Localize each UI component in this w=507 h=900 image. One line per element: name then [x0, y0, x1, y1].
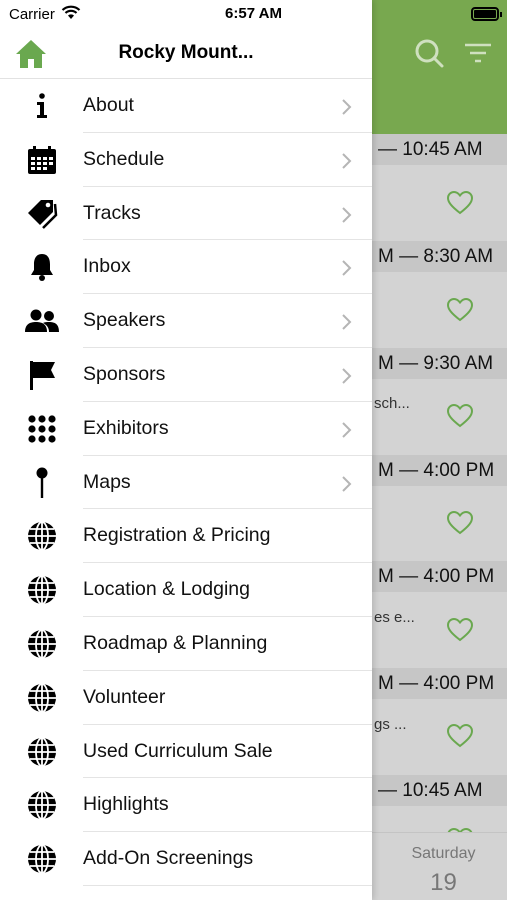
menu-item-label: Schedule — [83, 147, 165, 170]
menu-item-label: Speakers — [83, 309, 166, 332]
menu-item-label: Used Curriculum Sale — [83, 739, 273, 762]
tags-icon — [22, 198, 62, 230]
chevron-right-icon — [341, 475, 353, 498]
chevron-right-icon — [341, 259, 353, 282]
menu-item-label: About — [83, 94, 134, 116]
drawer-header: Rocky Mount... — [0, 28, 372, 79]
session-time: M — 4:00 PM — [372, 455, 507, 486]
menu-item-label: Roadmap & Planning — [83, 631, 268, 654]
bell-icon — [22, 251, 62, 283]
menu-item-roadmap-planning[interactable]: Roadmap & Planning — [0, 617, 372, 671]
menu-item-schedule[interactable]: Schedule — [0, 133, 372, 187]
menu-item-tracks[interactable]: Tracks — [0, 187, 372, 241]
menu-item-label: Tracks — [83, 201, 141, 224]
heart-icon[interactable] — [446, 297, 474, 327]
menu-item-label: Add-On Screenings — [83, 847, 254, 870]
chevron-right-icon — [341, 98, 353, 121]
chevron-right-icon — [341, 367, 353, 390]
menu-item-label: Exhibitors — [83, 416, 169, 439]
menu-item-label: Highlights — [83, 793, 169, 816]
chevron-right-icon — [341, 421, 353, 444]
globe-icon — [22, 736, 62, 768]
calendar-icon — [22, 144, 62, 176]
session-time: — 10:45 AM — [372, 775, 507, 806]
chevron-right-icon — [341, 206, 353, 229]
menu-item-speakers[interactable]: Speakers — [0, 294, 372, 348]
menu-item-about[interactable]: About — [0, 79, 372, 133]
heart-icon[interactable] — [446, 723, 474, 753]
heart-icon[interactable] — [446, 190, 474, 220]
globe-icon — [22, 574, 62, 606]
drawer-title: Rocky Mount... — [118, 42, 254, 63]
filter-icon[interactable] — [463, 42, 493, 69]
grid-dots-icon — [22, 413, 62, 445]
menu-item-label: Maps — [83, 470, 131, 493]
status-time: 6:57 AM — [225, 5, 282, 22]
session-time: M — 4:00 PM — [372, 561, 507, 592]
session-time: M — 4:00 PM — [372, 668, 507, 699]
menu-item-registration-pricing[interactable]: Registration & Pricing — [0, 509, 372, 564]
globe-icon — [22, 628, 62, 660]
heart-icon[interactable] — [446, 510, 474, 540]
menu-item-add-on-screenings[interactable]: Add-On Screenings — [0, 832, 372, 886]
menu-item-highlights[interactable]: Highlights — [0, 778, 372, 833]
search-icon[interactable] — [414, 38, 444, 73]
date-tab-day: Saturday — [411, 845, 476, 862]
menu-item-inbox[interactable]: Inbox — [0, 240, 372, 295]
globe-icon — [22, 520, 62, 552]
divider — [83, 884, 372, 886]
globe-icon — [22, 843, 62, 875]
chevron-right-icon — [341, 152, 353, 175]
map-pin-icon — [22, 467, 62, 499]
menu-item-label: Location & Lodging — [83, 578, 250, 601]
session-subtitle: gs ... — [374, 716, 407, 733]
menu-item-label: Sponsors — [83, 362, 166, 385]
chevron-right-icon — [341, 313, 353, 336]
heart-icon[interactable] — [446, 617, 474, 647]
flag-icon — [22, 359, 62, 391]
menu-item-volunteer[interactable]: Volunteer — [0, 671, 372, 725]
people-icon — [22, 305, 62, 337]
session-time: M — 9:30 AM — [372, 348, 507, 379]
menu-item-label: Volunteer — [83, 685, 166, 708]
globe-icon — [22, 789, 62, 821]
menu-item-maps[interactable]: Maps — [0, 456, 372, 510]
session-time: M — 8:30 AM — [372, 241, 507, 272]
session-subtitle: sch... — [374, 395, 410, 412]
session-subtitle: es e... — [374, 609, 415, 626]
date-tab[interactable]: Saturday 19 — [372, 832, 507, 900]
side-drawer: Carrier Rocky Mount... About Schedule Tr… — [0, 0, 372, 900]
menu-item-label: Registration & Pricing — [83, 524, 271, 547]
heart-icon[interactable] — [446, 403, 474, 433]
menu-item-exhibitors[interactable]: Exhibitors — [0, 402, 372, 456]
date-tab-number: 19 — [430, 869, 457, 896]
globe-icon — [22, 682, 62, 714]
menu-item-location-lodging[interactable]: Location & Lodging — [0, 563, 372, 617]
session-time: — 10:45 AM — [372, 134, 507, 165]
menu-item-sponsors[interactable]: Sponsors — [0, 348, 372, 402]
menu-item-label: Inbox — [83, 255, 131, 278]
menu-item-used-curriculum-sale[interactable]: Used Curriculum Sale — [0, 725, 372, 779]
info-icon — [22, 90, 62, 122]
drawer-menu: About Schedule Tracks Inbox Speakers Spo… — [0, 79, 372, 886]
